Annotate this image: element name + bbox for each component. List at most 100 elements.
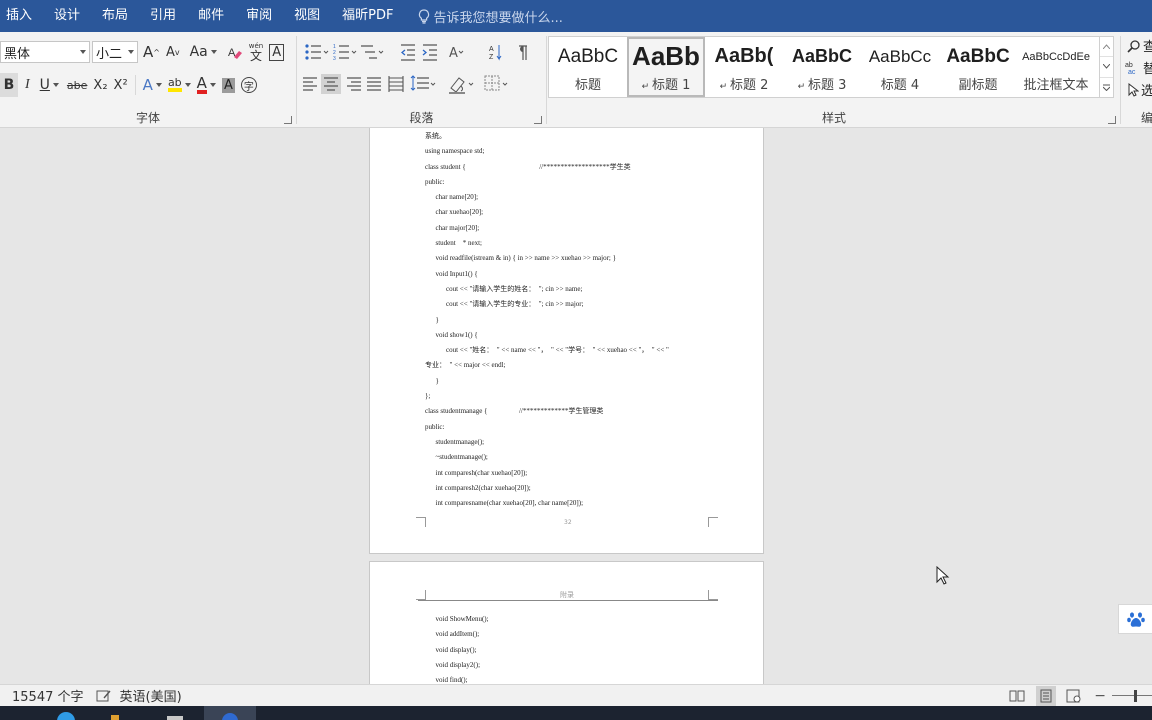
font-color-button[interactable]: A xyxy=(194,73,219,97)
justify-icon[interactable] xyxy=(367,77,381,91)
paragraph-dialog-launcher-icon[interactable] xyxy=(534,116,542,124)
document-page[interactable]: 系统。 using namespace std; class student { /… xyxy=(369,128,764,554)
code-line[interactable]: } xyxy=(425,313,669,328)
document-page[interactable]: 附录 void ShowMenu(); void addItem(); void… xyxy=(369,561,764,684)
code-line[interactable]: class studentmanage { //*************学生管… xyxy=(425,404,669,419)
tell-me-box[interactable]: 告诉我您想要做什么... xyxy=(404,0,563,32)
replace-button[interactable]: ab ac 替 xyxy=(1125,58,1152,78)
code-line[interactable]: void addItem(); xyxy=(425,627,489,642)
grow-font-button[interactable]: A ^ xyxy=(140,40,163,64)
code-line[interactable]: void display2(); xyxy=(425,658,489,673)
code-line[interactable]: void find(); xyxy=(425,673,489,684)
find-button[interactable]: 查 xyxy=(1127,36,1152,55)
line-spacing-icon[interactable] xyxy=(410,75,436,91)
font-size-combo[interactable]: 小二 xyxy=(92,41,138,63)
superscript-button[interactable]: X² xyxy=(111,73,131,97)
bullets-icon[interactable] xyxy=(305,44,329,60)
language-status[interactable]: 英语(美国) xyxy=(120,686,182,705)
strikethrough-button[interactable]: abe xyxy=(64,73,91,97)
code-line[interactable]: cout << "请输入学生的姓名： "; cin >> name; xyxy=(425,282,669,297)
text-effects-button[interactable]: A xyxy=(140,73,165,97)
numbering-icon[interactable]: 123 xyxy=(333,44,357,62)
char-shading-button[interactable]: A xyxy=(219,73,238,97)
taskbar-app-icon[interactable] xyxy=(55,706,77,720)
code-line[interactable]: } xyxy=(425,374,669,389)
asian-layout-icon[interactable]: A xyxy=(449,46,464,61)
code-line[interactable]: int comparesname(char xuehao[20], char n… xyxy=(425,496,669,511)
subscript-button[interactable]: X₂ xyxy=(90,73,110,97)
font-name-combo[interactable]: 黑体 xyxy=(0,41,90,63)
proofing-status[interactable] xyxy=(96,689,112,703)
code-line[interactable]: public: xyxy=(425,175,669,190)
code-line[interactable]: cout << "姓名： " << name << "， " << "学号： "… xyxy=(425,343,669,358)
font-dialog-launcher-icon[interactable] xyxy=(284,116,292,124)
code-line[interactable]: ~studentmanage(); xyxy=(425,450,669,465)
eraser-icon: A xyxy=(228,47,242,59)
show-marks-icon[interactable] xyxy=(519,45,527,60)
code-line[interactable]: using namespace std; xyxy=(425,144,669,159)
taskbar-app-icon[interactable] xyxy=(165,706,185,720)
italic-button[interactable]: I xyxy=(22,73,33,97)
code-line[interactable]: void show1() { xyxy=(425,328,669,343)
taskbar-active-app[interactable] xyxy=(204,706,256,720)
code-line[interactable]: class student { //*******************学生类 xyxy=(425,160,669,175)
tab-layout[interactable]: 布局 xyxy=(91,0,139,32)
code-line[interactable]: }; xyxy=(425,389,669,404)
print-layout-button[interactable] xyxy=(1036,686,1057,706)
code-line[interactable]: void ShowMenu(); xyxy=(425,612,489,627)
code-line[interactable]: studentmanage(); xyxy=(425,435,669,450)
zoom-out-button[interactable]: − xyxy=(1094,688,1106,704)
zoom-slider[interactable] xyxy=(1112,689,1152,703)
tab-design[interactable]: 设计 xyxy=(43,0,91,32)
distribute-icon[interactable] xyxy=(388,76,404,92)
code-line[interactable]: void Input1() { xyxy=(425,267,669,282)
page-text[interactable]: 系统。 using namespace std; class student { /… xyxy=(425,129,669,511)
shading-icon[interactable] xyxy=(449,77,474,94)
styles-dialog-launcher-icon[interactable] xyxy=(1108,116,1116,124)
code-line[interactable]: char major[20]; xyxy=(425,221,669,236)
align-right-icon[interactable] xyxy=(347,77,361,91)
shrink-font-button[interactable]: Av xyxy=(163,40,183,64)
multilevel-list-icon[interactable] xyxy=(361,45,384,59)
change-case-button[interactable]: Aa xyxy=(187,40,220,64)
tab-view[interactable]: 视图 xyxy=(283,0,331,32)
tab-mailings[interactable]: 邮件 xyxy=(187,0,235,32)
code-line[interactable]: char name[20]; xyxy=(425,190,669,205)
tab-foxit-pdf[interactable]: 福昕PDF xyxy=(331,0,404,32)
web-layout-icon[interactable] xyxy=(1066,689,1082,703)
phonetic-guide-button[interactable]: wén 文 xyxy=(246,40,266,64)
code-line[interactable]: 专业： " << major << endl; xyxy=(425,358,669,373)
zoom-slider-thumb[interactable] xyxy=(1134,690,1137,702)
align-center-icon[interactable] xyxy=(321,74,341,94)
increase-indent-icon[interactable] xyxy=(422,44,437,61)
code-line[interactable]: cout << "请输入学生的专业： "; cin >> major; xyxy=(425,297,669,312)
code-line[interactable]: void display(); xyxy=(425,643,489,658)
read-mode-icon[interactable] xyxy=(1008,689,1026,703)
baidu-paw-button[interactable] xyxy=(1118,604,1152,634)
code-line[interactable]: int comparesh2(char xuehao[20]); xyxy=(425,481,669,496)
word-count[interactable]: 15547 个字 xyxy=(12,686,84,705)
decrease-indent-icon[interactable] xyxy=(400,44,415,61)
tab-review[interactable]: 审阅 xyxy=(235,0,283,32)
code-line[interactable]: int comparesh(char xuehao[20]); xyxy=(425,466,669,481)
document-area[interactable]: 系统。 using namespace std; class student { /… xyxy=(0,128,1152,684)
sort-icon[interactable]: AZ xyxy=(489,45,502,61)
code-line[interactable]: char xuehao[20]; xyxy=(425,205,669,220)
align-left-icon[interactable] xyxy=(303,77,317,91)
code-line[interactable]: student * next; xyxy=(425,236,669,251)
taskbar-app-icon[interactable] xyxy=(108,706,122,720)
code-line[interactable]: public: xyxy=(425,420,669,435)
underline-button[interactable]: U xyxy=(37,73,62,97)
highlight-button[interactable]: ab xyxy=(165,73,194,97)
bold-button[interactable]: B xyxy=(0,73,18,97)
code-line[interactable]: 系统。 xyxy=(425,129,669,144)
borders-icon[interactable] xyxy=(484,75,508,91)
select-button[interactable]: 选 xyxy=(1127,80,1152,99)
page-text[interactable]: void ShowMenu(); void addItem(); void di… xyxy=(425,612,489,684)
char-border-button[interactable]: A xyxy=(266,40,287,64)
tab-insert[interactable]: 插入 xyxy=(0,0,43,32)
clear-format-button[interactable]: A xyxy=(224,40,246,64)
enclose-char-button[interactable]: 字 xyxy=(238,73,260,97)
tab-references[interactable]: 引用 xyxy=(139,0,187,32)
code-line[interactable]: void readfile(istream & in) { in >> name… xyxy=(425,251,669,266)
